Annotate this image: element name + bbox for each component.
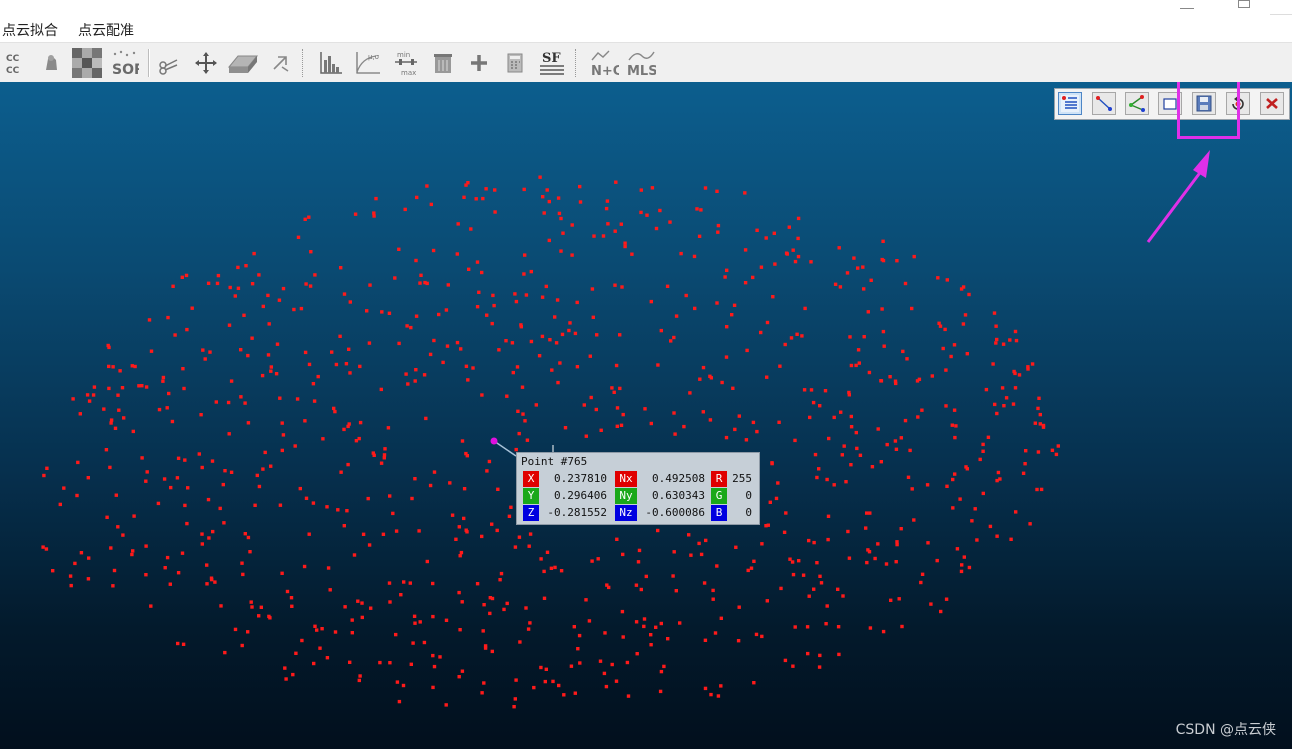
window-titlebar <box>0 0 1292 18</box>
label-leader <box>490 437 554 457</box>
checker-button[interactable] <box>72 47 102 79</box>
statue-button[interactable] <box>36 47 66 79</box>
normal-color-button[interactable]: N+C <box>589 47 619 79</box>
chip-nx: Nx <box>615 471 637 487</box>
statue-icon <box>46 55 57 70</box>
calculator-button[interactable] <box>500 47 530 79</box>
svg-text:MLS: MLS <box>627 64 656 78</box>
scissors-icon <box>159 59 178 75</box>
add-button[interactable] <box>464 47 494 79</box>
svg-text:SF: SF <box>542 51 561 66</box>
pick-rotation-center-button[interactable] <box>265 47 295 79</box>
chip-x: X <box>523 471 539 487</box>
scissors-button[interactable] <box>154 47 184 79</box>
sf-button[interactable]: SF <box>537 47 567 79</box>
menu-point-cloud-fitting[interactable]: 点云拟合 <box>2 20 58 40</box>
chip-ny: Ny <box>615 488 637 504</box>
svg-text:min: min <box>397 51 410 59</box>
chip-g: G <box>711 488 727 504</box>
point-label-row-y: Y 0.296406 Ny 0.630343 G 0 <box>521 488 757 504</box>
mls-icon: MLS <box>627 51 656 78</box>
cc-compare-button[interactable]: CC CC <box>0 47 30 79</box>
sor-filter-icon: SOR <box>112 50 139 77</box>
scalar-field-gradient-button[interactable]: μ,σ <box>353 47 383 79</box>
scalar-field-gradient-icon: μ,σ <box>356 52 380 74</box>
menu-point-cloud-registration[interactable]: 点云配准 <box>78 20 134 40</box>
delete-scalar-field-icon <box>434 54 452 73</box>
svg-text:max: max <box>401 69 416 77</box>
sor-filter-button[interactable]: SOR <box>109 47 139 79</box>
value-nz: -0.600086 <box>645 506 705 519</box>
mls-button[interactable]: MLS <box>626 47 656 79</box>
filter-min-max-button[interactable]: min max <box>391 47 421 79</box>
pick-rotation-center-icon <box>273 56 289 72</box>
filter-min-max-icon: min max <box>395 51 417 77</box>
chip-b: B <box>711 505 727 521</box>
value-y: 0.296406 <box>554 489 607 502</box>
value-nx: 0.492508 <box>652 472 705 485</box>
add-icon <box>471 55 487 71</box>
value-x: 0.237810 <box>554 472 607 485</box>
svg-text:μ,σ: μ,σ <box>368 53 380 61</box>
point-label-row-z: Z -0.281552 Nz -0.600086 B 0 <box>521 505 757 521</box>
maximize-icon[interactable] <box>1238 0 1250 8</box>
point-label-box[interactable]: Point #765 X 0.237810 Nx 0.492508 R 255 … <box>516 452 760 525</box>
chip-nz: Nz <box>615 505 637 521</box>
value-g: 0 <box>745 489 752 502</box>
chip-r: R <box>711 471 727 487</box>
picked-point[interactable] <box>490 437 498 445</box>
main-toolbar: CC CC SOR <box>0 42 1292 84</box>
plane-icon <box>228 55 258 73</box>
svg-text:CC: CC <box>6 66 20 76</box>
svg-text:N+C: N+C <box>591 64 619 78</box>
point-label-title: Point #765 <box>521 455 588 468</box>
value-ny: 0.630343 <box>652 489 705 502</box>
3d-viewport[interactable]: Point #765 X 0.237810 Nx 0.492508 R 255 … <box>0 82 1292 749</box>
translate-rotate-button[interactable] <box>191 47 221 79</box>
checker-icon <box>72 48 102 78</box>
svg-text:SOR: SOR <box>112 62 139 77</box>
value-z: -0.281552 <box>547 506 607 519</box>
chip-y: Y <box>523 488 539 504</box>
menu-bar: 点云拟合 点云配准 <box>0 18 1292 42</box>
minimize-icon[interactable] <box>1180 0 1194 9</box>
sf-icon: SF <box>540 51 564 75</box>
chip-z: Z <box>523 505 539 521</box>
calculator-icon <box>507 53 523 73</box>
point-label-row-x: X 0.237810 Nx 0.492508 R 255 <box>521 471 757 487</box>
plane-button[interactable] <box>228 47 258 79</box>
watermark: CSDN @点云侠 <box>1175 722 1276 738</box>
cc-compare-icon: CC CC <box>6 54 20 76</box>
histogram-icon <box>320 52 342 74</box>
value-r: 255 <box>732 472 752 485</box>
histogram-button[interactable] <box>316 47 346 79</box>
translate-rotate-icon <box>195 52 217 74</box>
value-b: 0 <box>745 506 752 519</box>
normal-color-icon: N+C <box>591 50 619 78</box>
delete-scalar-field-button[interactable] <box>428 47 458 79</box>
svg-text:CC: CC <box>6 54 20 64</box>
